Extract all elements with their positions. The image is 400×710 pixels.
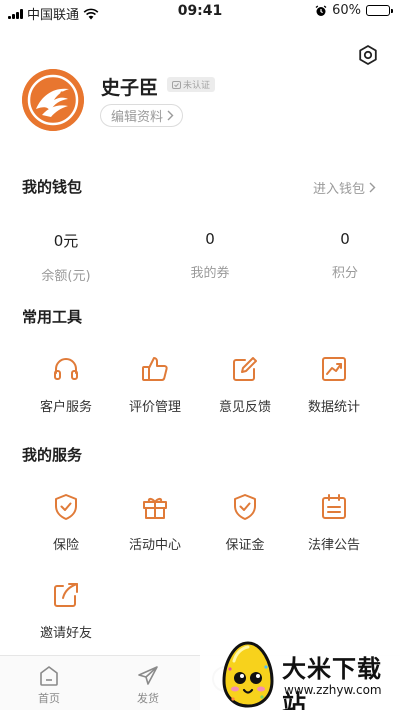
service-activity-center[interactable]: 活动中心: [110, 492, 200, 553]
gift-icon: [143, 497, 167, 519]
chevron-right-icon: [167, 110, 174, 121]
status-right: 60%: [315, 3, 393, 18]
avatar[interactable]: [22, 69, 84, 131]
gear-icon: [359, 45, 377, 65]
edit-profile-button[interactable]: 编辑资料: [100, 104, 184, 127]
service-label: 邀请好友: [39, 626, 92, 641]
battery-icon: [366, 5, 393, 16]
stat-value: 0: [340, 230, 350, 248]
wallet-stat-balance[interactable]: 0元 余额(元): [11, 230, 121, 284]
verify-badge: 未认证: [167, 77, 216, 92]
service-insurance[interactable]: 保险: [21, 492, 111, 553]
service-label: 保证金: [225, 538, 265, 553]
watermark-title: 大米下载站: [282, 655, 382, 710]
tool-customer-service[interactable]: 客户服务: [21, 354, 111, 415]
wallet-stat-coupons[interactable]: 0 我的券: [155, 230, 265, 281]
edit-icon: [233, 357, 257, 381]
chevron-right-icon: [369, 182, 376, 193]
service-legal-notice[interactable]: 法律公告: [289, 492, 379, 553]
battery-percent: 60%: [332, 3, 361, 18]
stat-value: 0: [205, 230, 215, 248]
headset-icon: [54, 358, 78, 380]
tools-title: 常用工具: [22, 308, 83, 326]
calendar-list-icon: [322, 494, 346, 519]
service-label: 保险: [52, 538, 79, 553]
tool-feedback[interactable]: 意见反馈: [200, 354, 290, 415]
eagle-logo-icon: [22, 69, 84, 131]
chart-icon: [322, 357, 346, 381]
tool-data-stats[interactable]: 数据统计: [289, 354, 379, 415]
service-label: 活动中心: [128, 538, 181, 553]
send-icon: [138, 666, 158, 685]
watermark-url: www.zzhyw.com: [284, 683, 382, 697]
shield-check-icon: [234, 494, 256, 520]
home-icon: [40, 666, 58, 686]
services-title: 我的服务: [22, 446, 83, 464]
share-icon: [54, 583, 78, 607]
shield-check-icon: [55, 494, 77, 520]
enter-wallet-link[interactable]: 进入钱包: [313, 178, 376, 197]
verify-badge-label: 未认证: [183, 81, 211, 91]
service-invite-friends[interactable]: 邀请好友: [21, 580, 111, 641]
service-deposit[interactable]: 保证金: [200, 492, 290, 553]
wallet-title: 我的钱包: [22, 178, 83, 196]
tool-label: 客户服务: [39, 400, 92, 415]
status-bar: 中国联通 09:41 60%: [0, 0, 400, 24]
tool-label: 意见反馈: [218, 400, 271, 415]
edit-profile-label: 编辑资料: [111, 110, 164, 125]
alarm-icon: [315, 5, 327, 16]
settings-button[interactable]: [355, 42, 381, 68]
wallet-stat-points[interactable]: 0 积分: [290, 230, 400, 281]
tab-label: 首页: [38, 692, 60, 705]
tool-review-management[interactable]: 评价管理: [110, 354, 200, 415]
egg-mascot-logo: [222, 641, 274, 708]
stat-label: 我的券: [190, 266, 230, 281]
tool-label: 数据统计: [307, 400, 360, 415]
stat-label: 积分: [331, 266, 358, 281]
tab-label: 发货: [137, 692, 159, 705]
watermark: 大米下载站 www.zzhyw.com: [200, 635, 400, 710]
service-label: 法律公告: [307, 538, 360, 553]
username: 史子臣: [101, 77, 159, 99]
tab-ship[interactable]: 发货: [118, 664, 178, 706]
stat-value: 0元: [53, 232, 79, 250]
tool-label: 评价管理: [128, 400, 181, 415]
stat-label: 余额(元): [41, 269, 91, 284]
thumbs-up-icon: [142, 357, 168, 381]
enter-wallet-label: 进入钱包: [312, 182, 365, 197]
tab-home[interactable]: 首页: [19, 664, 79, 706]
verify-icon: [172, 80, 181, 89]
